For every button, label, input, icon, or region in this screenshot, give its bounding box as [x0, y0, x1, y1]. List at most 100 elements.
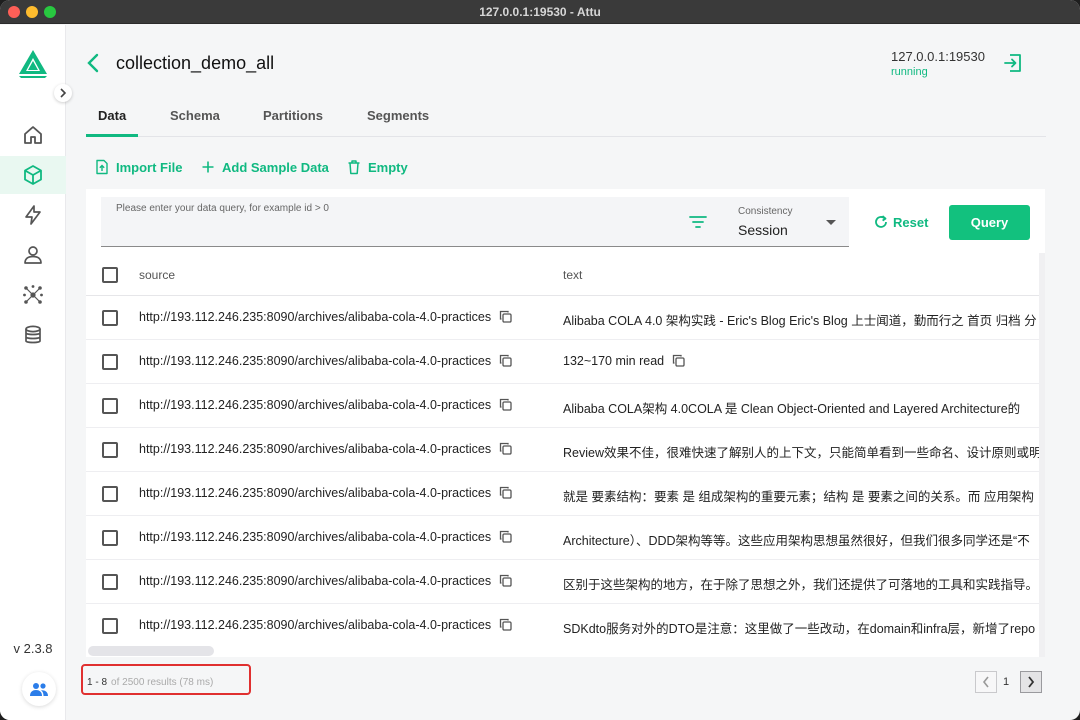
empty-button[interactable]: Empty — [346, 159, 408, 175]
source-cell: http://193.112.246.235:8090/archives/ali… — [139, 618, 512, 632]
source-cell: http://193.112.246.235:8090/archives/ali… — [139, 574, 512, 588]
trash-icon — [348, 160, 360, 175]
row-checkbox[interactable] — [102, 618, 118, 634]
source-cell: http://193.112.246.235:8090/archives/ali… — [139, 310, 512, 324]
text-cell: 区别于这些架构的地方，在于除了思想之外，我们还提供了可落地的工具和实践指导。 — [563, 578, 1039, 592]
tab-data[interactable]: Data — [98, 108, 126, 123]
reset-label: Reset — [893, 214, 929, 230]
text-cell: Alibaba COLA架构 4.0COLA 是 Clean Object-Or… — [563, 402, 1021, 416]
copy-icon[interactable] — [499, 310, 512, 323]
copy-icon[interactable] — [499, 618, 512, 631]
row-checkbox[interactable] — [102, 398, 118, 414]
row-checkbox[interactable] — [102, 442, 118, 458]
horizontal-scrollbar[interactable] — [88, 646, 214, 656]
text-cell: Review效果不佳，很难快速了解别人的上下文，只能简单看到一些命名、设计原则或… — [563, 446, 1039, 460]
import-file-label: Import File — [116, 159, 183, 175]
select-all-checkbox[interactable] — [102, 267, 118, 283]
sidebar-item-collections[interactable] — [0, 156, 66, 194]
copy-icon[interactable] — [499, 486, 512, 499]
user-menu-button[interactable] — [22, 672, 56, 706]
server-address: 127.0.0.1:19530 — [891, 49, 985, 64]
caret-down-icon[interactable] — [826, 220, 836, 225]
home-icon — [24, 126, 42, 144]
source-value: http://193.112.246.235:8090/archives/ali… — [139, 398, 492, 412]
app-window: 127.0.0.1:19530 - Attu v 2.3.8 collectio… — [0, 0, 1080, 720]
copy-icon[interactable] — [499, 442, 512, 455]
expand-sidebar-button[interactable] — [54, 84, 72, 102]
table-row[interactable]: http://193.112.246.235:8090/archives/ali… — [86, 560, 1039, 604]
filter-icon[interactable] — [688, 213, 708, 231]
source-value: http://193.112.246.235:8090/archives/ali… — [139, 574, 492, 588]
table-row[interactable]: http://193.112.246.235:8090/archives/ali… — [86, 472, 1039, 516]
column-header-text[interactable]: text — [563, 268, 582, 282]
tab-partitions[interactable]: Partitions — [263, 108, 323, 123]
row-checkbox[interactable] — [102, 354, 118, 370]
reset-button[interactable]: Reset — [873, 214, 928, 230]
chevron-right-icon — [1028, 676, 1035, 688]
row-checkbox[interactable] — [102, 486, 118, 502]
table-row[interactable]: http://193.112.246.235:8090/archives/ali… — [86, 604, 1039, 647]
add-sample-data-label: Add Sample Data — [222, 159, 329, 175]
row-checkbox[interactable] — [102, 310, 118, 326]
version-label: v 2.3.8 — [13, 641, 53, 656]
sidebar-item-system[interactable] — [0, 276, 66, 314]
sidebar-item-home[interactable] — [0, 116, 66, 154]
source-value: http://193.112.246.235:8090/archives/ali… — [139, 530, 492, 544]
copy-icon[interactable] — [499, 398, 512, 411]
copy-icon[interactable] — [499, 354, 512, 367]
next-page-button[interactable] — [1020, 671, 1042, 693]
user-icon — [24, 246, 42, 264]
column-header-source[interactable]: source — [139, 268, 175, 282]
table-row[interactable]: http://193.112.246.235:8090/archives/ali… — [86, 384, 1039, 428]
table-row[interactable]: http://193.112.246.235:8090/archives/ali… — [86, 516, 1039, 560]
table-header: source text — [86, 253, 1039, 296]
network-icon — [23, 285, 43, 304]
source-value: http://193.112.246.235:8090/archives/ali… — [139, 486, 492, 500]
copy-icon[interactable] — [672, 354, 685, 367]
table-row[interactable]: http://193.112.246.235:8090/archives/ali… — [86, 428, 1039, 472]
reset-icon — [875, 215, 887, 228]
tab-bar: Data Schema Partitions Segments — [86, 100, 1046, 137]
tab-segments[interactable]: Segments — [367, 108, 429, 123]
add-sample-data-button[interactable]: Add Sample Data — [200, 159, 329, 175]
text-cell: 就是 要素结构：要素 是 组成架构的重要元素；结构 是 要素之间的关系。而 应用… — [563, 490, 1034, 504]
row-checkbox[interactable] — [102, 574, 118, 590]
empty-label: Empty — [368, 159, 408, 175]
active-tab-indicator — [86, 134, 138, 137]
text-cell: SDKdto服务对外的DTO是注意：这里做了一些改动，在domain和infra… — [563, 622, 1036, 636]
connection-status: running — [891, 66, 928, 78]
vertical-scrollbar[interactable] — [1039, 253, 1045, 657]
window-title: 127.0.0.1:19530 - Attu — [479, 5, 601, 19]
logout-icon[interactable] — [1002, 52, 1024, 74]
source-cell: http://193.112.246.235:8090/archives/ali… — [139, 442, 512, 456]
source-cell: http://193.112.246.235:8090/archives/ali… — [139, 530, 512, 544]
back-arrow-icon[interactable] — [84, 52, 104, 74]
page-title: collection_demo_all — [116, 53, 275, 73]
sidebar-item-users[interactable] — [0, 236, 66, 274]
previous-page-button[interactable] — [975, 671, 997, 693]
title-bar: 127.0.0.1:19530 - Attu — [0, 0, 1080, 24]
import-file-button[interactable]: Import File — [94, 159, 182, 175]
query-button[interactable]: Query — [949, 205, 1030, 240]
source-value: http://193.112.246.235:8090/archives/ali… — [139, 310, 492, 324]
copy-icon[interactable] — [499, 574, 512, 587]
text-cell: Architecture）、DDD架构等等。这些应用架构思想虽然很好，但我们很多… — [563, 534, 1030, 548]
table-row[interactable]: http://193.112.246.235:8090/archives/ali… — [86, 296, 1039, 340]
consistency-select[interactable]: Session — [738, 222, 788, 238]
sidebar-item-database[interactable] — [0, 316, 66, 354]
sidebar: v 2.3.8 — [0, 25, 72, 720]
copy-icon[interactable] — [499, 530, 512, 543]
cube-icon — [24, 165, 42, 185]
attu-logo-icon[interactable] — [16, 47, 50, 81]
text-cell: 132~170 min read — [563, 354, 1039, 368]
table-row[interactable]: http://193.112.246.235:8090/archives/ali… — [86, 340, 1039, 384]
people-icon — [30, 683, 48, 696]
sidebar-item-search[interactable] — [0, 196, 66, 234]
query-placeholder: Please enter your data query, for exampl… — [116, 203, 329, 214]
consistency-label: Consistency — [738, 206, 793, 217]
import-file-icon — [96, 159, 108, 175]
chevron-right-icon — [60, 88, 67, 98]
row-checkbox[interactable] — [102, 530, 118, 546]
tab-schema[interactable]: Schema — [170, 108, 220, 123]
text-cell: Alibaba COLA 4.0 架构实践 - Eric's Blog Eric… — [563, 314, 1037, 328]
